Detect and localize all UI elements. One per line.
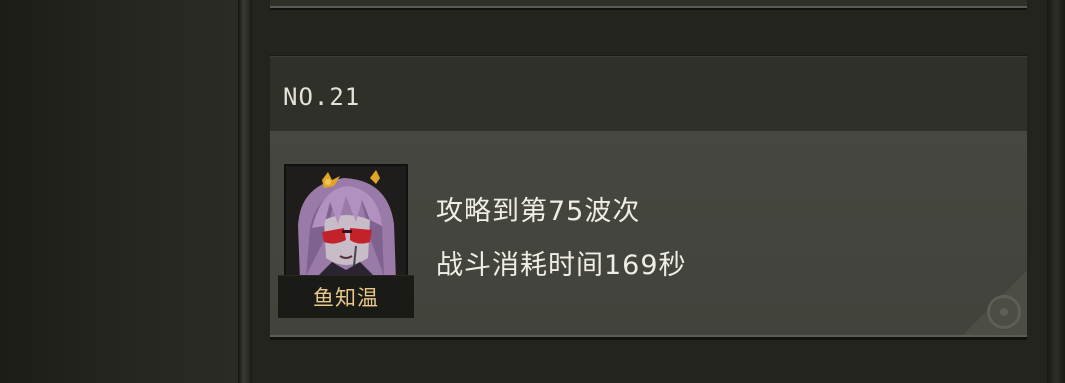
entry-body: 鱼知温 攻略到第75波次 战斗消耗时间169秒 [270,131,1027,337]
player-name: 鱼知温 [313,286,379,310]
avatar-frame [284,164,408,282]
entry-header: NO.21 [270,57,1027,131]
player-avatar[interactable]: 鱼知温 [278,164,414,318]
list-scrollbar[interactable] [1047,0,1065,383]
record-wave-text: 攻略到第75波次 [436,196,641,227]
radiation-icon [987,295,1021,329]
rank-label: NO.21 [283,83,361,111]
character-portrait-icon [286,166,406,280]
leaderboard-entry-card[interactable]: NO.21 鱼知温 攻略到第75波次 战斗消耗时间169秒 [270,56,1027,337]
player-name-plate: 鱼知温 [278,275,414,318]
record-time-text: 战斗消耗时间169秒 [436,250,687,281]
panel-divider [238,0,252,383]
leaderboard-screen: NO.21 鱼知温 攻略到第75波次 战斗消耗时间169秒 [0,0,1065,383]
previous-entry-card[interactable] [270,0,1027,8]
left-panel [0,0,238,383]
